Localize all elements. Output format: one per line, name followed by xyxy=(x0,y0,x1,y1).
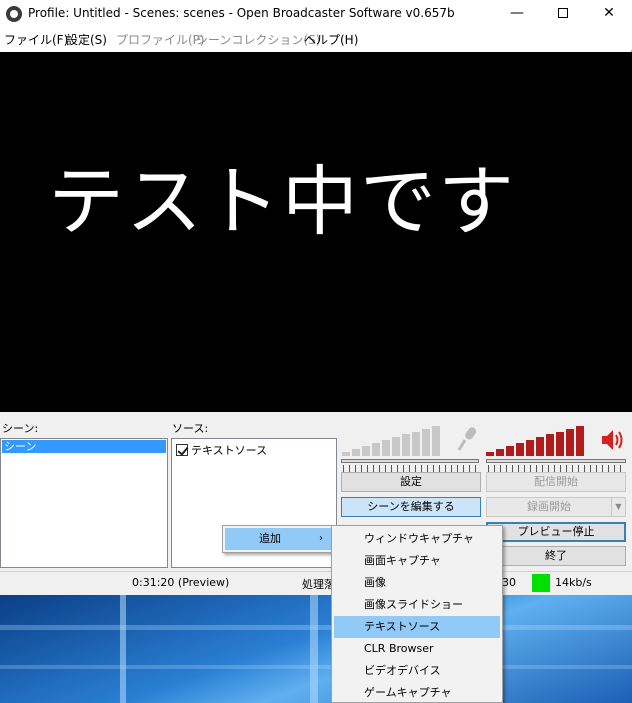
desktop-audio-meter xyxy=(486,426,598,456)
chevron-down-icon[interactable]: ▼ xyxy=(611,498,625,516)
submenu-screen-capture[interactable]: 画面キャプチャ xyxy=(334,550,500,572)
source-visible-checkbox[interactable] xyxy=(176,444,188,456)
scenes-list[interactable]: シーン xyxy=(0,438,168,568)
start-streaming-button[interactable]: 配信開始 xyxy=(486,472,626,492)
obs-icon xyxy=(6,6,22,22)
menu-help[interactable]: ヘルプ(H) xyxy=(304,31,358,48)
source-item-label: テキストソース xyxy=(191,444,268,457)
edit-scene-button[interactable]: シーンを編集する xyxy=(341,497,481,517)
microphone-meter xyxy=(342,426,454,456)
control-panel: シーン: シーン ソース: テキストソース 設定 配信開始 シーンを編集する 録… xyxy=(0,412,632,595)
submenu-window-capture[interactable]: ウィンドウキャプチャ xyxy=(334,528,500,550)
microphone-volume-slider[interactable] xyxy=(341,459,479,463)
speaker-icon[interactable] xyxy=(600,428,626,452)
context-menu-add[interactable]: 追加 › xyxy=(225,528,331,550)
status-fps: 30 xyxy=(502,576,516,589)
source-item[interactable]: テキストソース xyxy=(176,442,267,458)
menu-profile[interactable]: プロファイル(P) xyxy=(116,31,205,48)
window-title: Profile: Untitled - Scenes: scenes - Ope… xyxy=(28,6,455,20)
status-time: 0:31:20 (Preview) xyxy=(132,576,230,589)
start-recording-label: 録画開始 xyxy=(527,500,571,513)
submenu-text-source[interactable]: テキストソース xyxy=(334,616,500,638)
menu-bar: ファイル(F) 設定(S) プロファイル(P) シーンコレクション(S) ヘルプ… xyxy=(0,28,632,50)
obs-window: Profile: Untitled - Scenes: scenes - Ope… xyxy=(0,0,632,595)
scenes-label: シーン: xyxy=(2,422,39,435)
title-bar: Profile: Untitled - Scenes: scenes - Ope… xyxy=(0,0,632,28)
maximize-icon xyxy=(558,8,568,18)
context-menu: 追加 › xyxy=(222,525,334,553)
status-indicator xyxy=(532,574,550,592)
exit-button[interactable]: 終了 xyxy=(486,546,626,566)
desktop-volume-slider[interactable] xyxy=(486,459,626,463)
submenu-image-slideshow[interactable]: 画像スライドショー xyxy=(334,594,500,616)
preview-area: テスト中です xyxy=(0,52,632,412)
stop-preview-button[interactable]: プレビュー停止 xyxy=(486,522,626,542)
status-bar: 0:31:20 (Preview) 処理落 30 14kb/s xyxy=(0,571,632,595)
microphone-icon[interactable] xyxy=(456,426,478,452)
menu-file[interactable]: ファイル(F) xyxy=(4,31,68,48)
chevron-right-icon: › xyxy=(319,533,323,544)
scene-item[interactable]: シーン xyxy=(2,440,166,453)
submenu-clr-browser[interactable]: CLR Browser xyxy=(334,638,500,660)
submenu-video-device[interactable]: ビデオデバイス xyxy=(334,660,500,682)
minimize-button[interactable]: — xyxy=(494,0,540,28)
menu-settings[interactable]: 設定(S) xyxy=(66,31,107,48)
status-bitrate: 14kb/s xyxy=(555,576,592,589)
start-recording-button[interactable]: 録画開始 ▼ xyxy=(486,497,626,517)
add-source-submenu: ウィンドウキャプチャ 画面キャプチャ 画像 画像スライドショー テキストソース … xyxy=(331,525,503,703)
preview-text: テスト中です xyxy=(48,157,516,246)
close-button[interactable]: ✕ xyxy=(586,0,632,28)
maximize-button[interactable] xyxy=(540,0,586,28)
context-menu-add-label: 追加 xyxy=(259,532,281,545)
desktop-background xyxy=(0,595,632,703)
sources-label: ソース: xyxy=(172,422,209,435)
submenu-image[interactable]: 画像 xyxy=(334,572,500,594)
menu-scene-collection[interactable]: シーンコレクション(S) xyxy=(196,31,320,48)
submenu-game-capture[interactable]: ゲームキャプチャ xyxy=(334,682,500,703)
settings-button[interactable]: 設定 xyxy=(341,472,481,492)
